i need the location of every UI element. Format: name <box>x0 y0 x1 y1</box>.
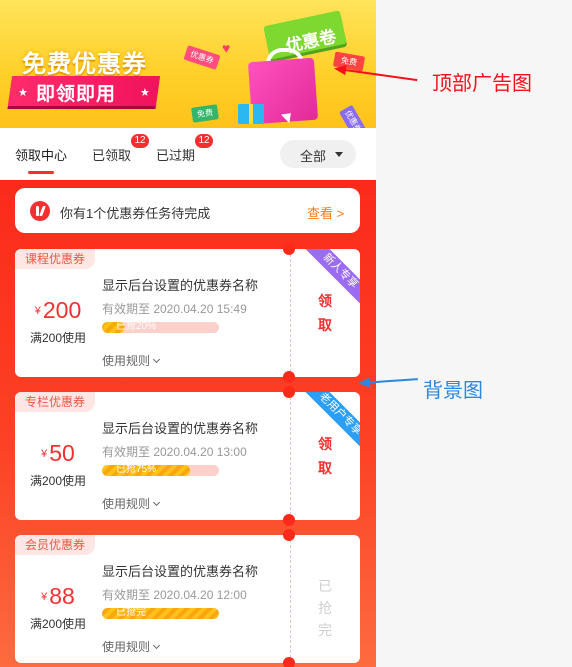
usage-rules-toggle[interactable]: 使用规则 <box>102 638 161 655</box>
ticket-notch <box>283 529 295 541</box>
star-icon: ★ <box>18 87 28 99</box>
tab-bar: 领取中心 已领取 12 已过期 12 全部 <box>0 128 376 180</box>
coupon-category: 会员优惠券 <box>15 535 96 555</box>
progress-text: 已抢20% <box>116 322 157 332</box>
annotation-background: 背景图 <box>423 380 483 402</box>
usage-rules-label: 使用规则 <box>102 354 151 368</box>
coupon-amount: ¥50 <box>15 440 101 467</box>
tab-claim-center[interactable]: 领取中心 <box>15 145 67 164</box>
currency-symbol: ¥ <box>41 448 48 460</box>
coupon-min-spend: 满200使用 <box>29 617 87 631</box>
claim-button[interactable]: 领取 <box>307 432 343 480</box>
chevron-down-icon <box>152 355 161 364</box>
task-text: 你有1个优惠券任务待完成 <box>60 206 211 221</box>
coupon-card: 专栏优惠券 ¥50 满200使用 显示后台设置的优惠券名称 有效期至 2020.… <box>15 392 360 520</box>
coupon-expiry: 有效期至 2020.04.20 12:00 <box>102 588 247 602</box>
tab-claimed[interactable]: 已领取 <box>92 145 131 164</box>
sold-out-label: 已抢完 <box>318 578 332 638</box>
dashed-divider <box>290 535 291 663</box>
star-icon: ★ <box>140 87 150 99</box>
chevron-down-icon <box>152 498 161 507</box>
tab-expired[interactable]: 已过期 <box>156 145 195 164</box>
chevron-down-icon <box>152 641 161 650</box>
coupon-amount: ¥200 <box>15 297 101 324</box>
coupon-card: 会员优惠券 ¥88 满200使用 显示后台设置的优惠券名称 有效期至 2020.… <box>15 535 360 663</box>
claim-progress-bar: 已抢20% <box>102 322 219 333</box>
filter-label: 全部 <box>300 149 327 164</box>
dashed-divider <box>290 392 291 520</box>
view-task-link[interactable]: 查看 > <box>307 203 344 222</box>
caret-down-icon <box>335 152 343 157</box>
coupon-name: 显示后台设置的优惠券名称 <box>102 278 259 293</box>
top-ad-banner[interactable]: 免费优惠券 ★ ★ 即领即用 ♥ 优惠券 免费 免费 优惠券 优惠卷 <box>0 0 376 128</box>
heart-icon: ♥ <box>222 40 231 56</box>
coupon-category: 课程优惠券 <box>15 249 96 269</box>
coupon-expiry: 有效期至 2020.04.20 15:49 <box>102 302 247 316</box>
coupon-category: 专栏优惠券 <box>15 392 96 412</box>
dashed-divider <box>290 249 291 377</box>
filter-dropdown[interactable]: 全部 <box>280 140 356 168</box>
task-notice[interactable]: 你有1个优惠券任务待完成 查看 > <box>15 188 360 233</box>
amount-value: 88 <box>49 583 75 609</box>
usage-rules-toggle[interactable]: 使用规则 <box>102 352 161 369</box>
usage-rules-label: 使用规则 <box>102 497 151 511</box>
amount-value: 50 <box>49 440 75 466</box>
currency-symbol: ¥ <box>34 305 41 317</box>
claimed-count-badge: 12 <box>131 134 149 148</box>
claim-progress-bar: 已抢75% <box>102 465 219 476</box>
ticket-notch <box>283 243 295 255</box>
coupon-amount: ¥88 <box>15 583 101 610</box>
annotation-top-ad: 顶部广告图 <box>432 73 532 95</box>
canvas-background <box>376 0 572 667</box>
coupon-card: 课程优惠券 ¥200 满200使用 显示后台设置的优惠券名称 有效期至 2020… <box>15 249 360 377</box>
amount-value: 200 <box>42 297 82 323</box>
ticket-icon <box>30 201 50 221</box>
progress-text: 已抢完 <box>116 608 146 618</box>
coupon-name: 显示后台设置的优惠券名称 <box>102 564 259 579</box>
claim-button[interactable]: 领取 <box>307 289 343 337</box>
progress-text: 已抢75% <box>116 465 157 475</box>
usage-rules-label: 使用规则 <box>102 640 151 654</box>
claim-progress-bar: 已抢完 <box>102 608 219 619</box>
coupon-min-spend: 满200使用 <box>29 331 87 345</box>
phone-screen: 免费优惠券 ★ ★ 即领即用 ♥ 优惠券 免费 免费 优惠券 优惠卷 领取中心 … <box>0 0 376 667</box>
ticket-notch <box>283 657 295 667</box>
currency-symbol: ¥ <box>41 591 48 603</box>
mini-coupon-icon: 优惠券 <box>183 45 221 70</box>
gift-box-icon <box>238 104 264 124</box>
mini-coupon-icon: 优惠券 <box>339 104 367 128</box>
banner-subtitle: 即领即用 <box>36 84 117 105</box>
banner-title: 免费优惠券 <box>22 51 147 78</box>
ticket-notch <box>283 514 295 526</box>
ticket-notch <box>283 371 295 383</box>
ticket-notch <box>283 386 295 398</box>
active-tab-indicator <box>28 171 54 174</box>
expired-count-badge: 12 <box>195 134 213 148</box>
mini-coupon-icon: 免费 <box>191 104 219 123</box>
coupon-name: 显示后台设置的优惠券名称 <box>102 421 259 436</box>
usage-rules-toggle[interactable]: 使用规则 <box>102 495 161 512</box>
coupon-min-spend: 满200使用 <box>29 474 87 488</box>
coupon-expiry: 有效期至 2020.04.20 13:00 <box>102 445 247 459</box>
